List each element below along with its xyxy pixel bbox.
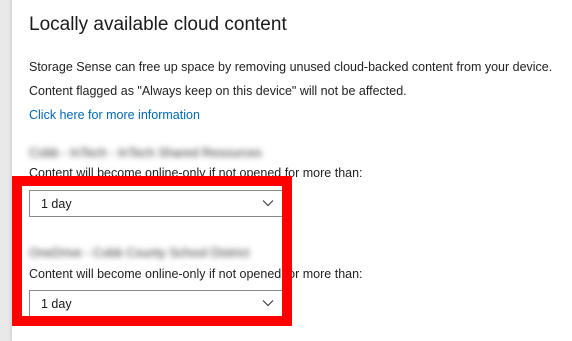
dropdown-1-value: 1 day xyxy=(41,197,72,211)
dropdown-2-value: 1 day xyxy=(41,297,72,311)
online-only-dropdown-2[interactable]: 1 day xyxy=(29,290,285,317)
online-only-dropdown-1[interactable]: 1 day xyxy=(29,190,285,217)
chevron-down-icon xyxy=(262,200,274,207)
online-only-label-1: Content will become online-only if not o… xyxy=(29,166,363,180)
chevron-down-icon xyxy=(262,300,274,307)
description-line-1: Storage Sense can free up space by remov… xyxy=(29,60,553,74)
account-name-1-blurred: Cobb - InTech - InTech Shared Resources xyxy=(29,146,262,160)
description-line-2: Content flagged as "Always keep on this … xyxy=(29,84,407,98)
more-info-link[interactable]: Click here for more information xyxy=(29,108,200,122)
page-title: Locally available cloud content xyxy=(29,14,287,35)
storage-sense-cloud-content-panel: Locally available cloud content Storage … xyxy=(11,0,572,341)
online-only-label-2: Content will become online-only if not o… xyxy=(29,267,363,281)
account-name-2-blurred: OneDrive - Cobb County School District xyxy=(29,246,250,260)
